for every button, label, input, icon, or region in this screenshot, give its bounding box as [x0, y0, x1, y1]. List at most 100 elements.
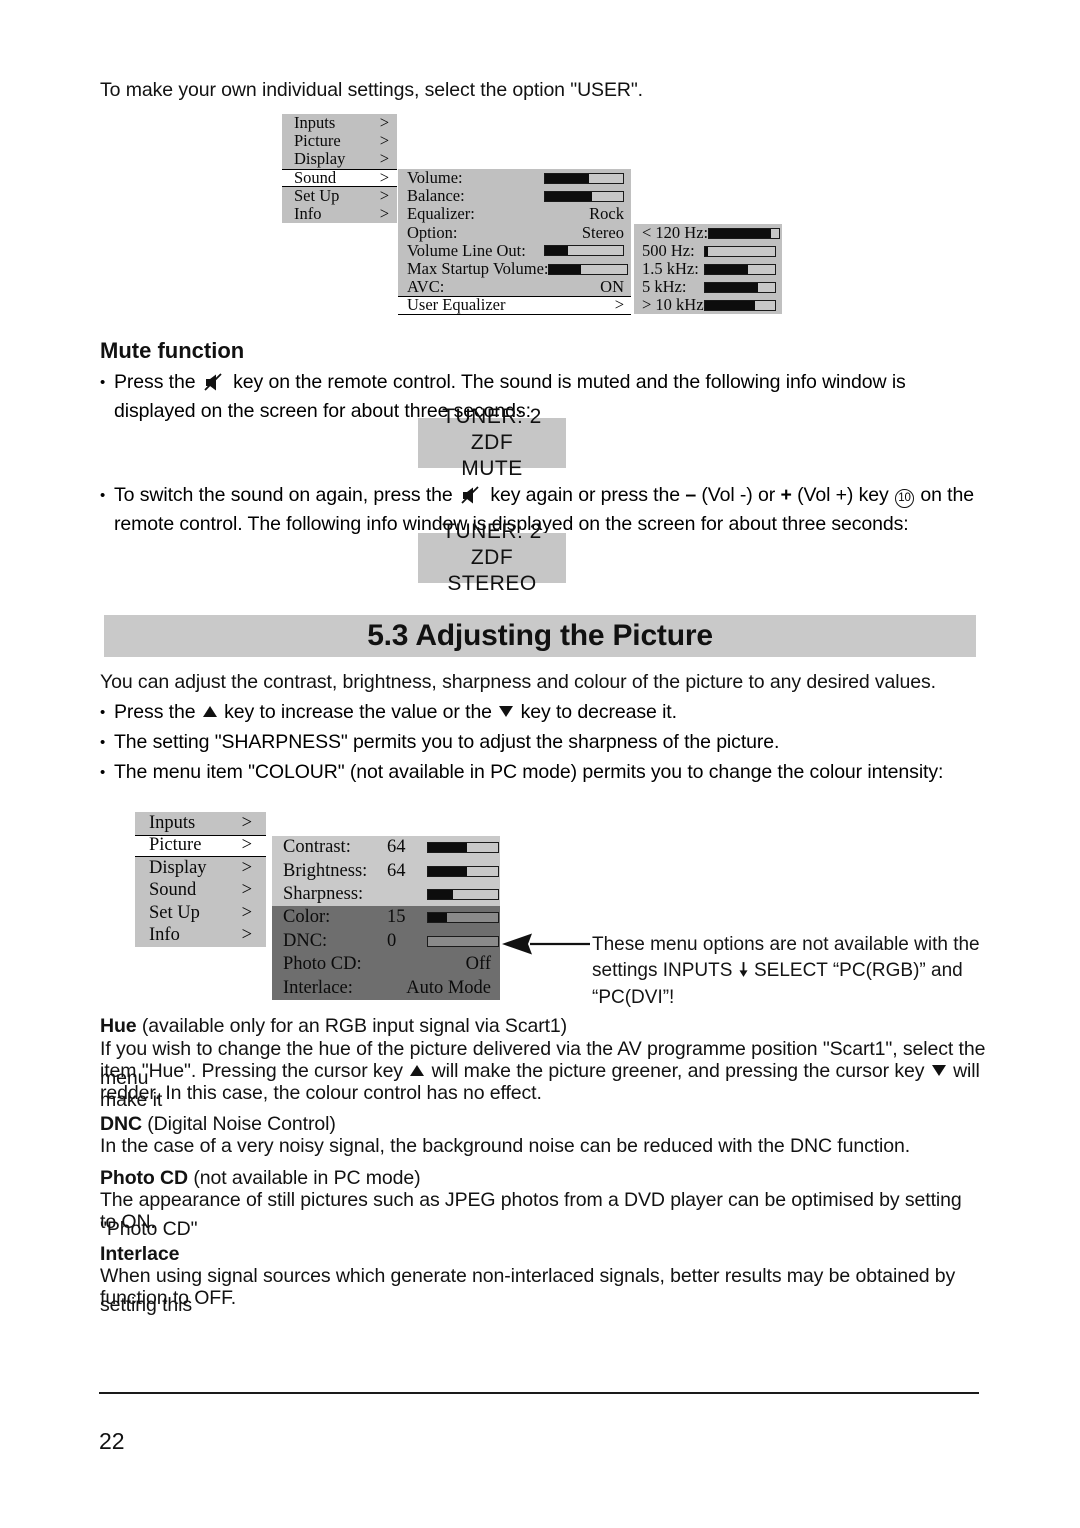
- slider-fill: [705, 282, 758, 292]
- picture-menu-item-picture[interactable]: Picture >: [135, 834, 266, 857]
- setting-value: 64: [387, 837, 406, 858]
- picture-osd-main-menu[interactable]: Inputs > Picture > Display > Sound > Set Up > Info…: [135, 812, 266, 947]
- slider-track[interactable]: [704, 263, 776, 275]
- slider-fill: [428, 890, 453, 900]
- sound-setting-volume[interactable]: Volume:: [398, 168, 631, 187]
- sound-osd-settings-panel[interactable]: Volume: Balance: Equalizer: Rock Option: Ster…: [398, 168, 631, 315]
- slider-track[interactable]: [544, 245, 624, 257]
- callout-line-1: These menu options are not available wit…: [592, 934, 980, 955]
- bullet-dot: •: [100, 374, 106, 391]
- section-bullet-3: • The menu item "COLOUR" (not available …: [100, 758, 1000, 787]
- sound-osd-main-menu[interactable]: Inputs > Picture > Display > Sound > Set Up > Info…: [282, 113, 397, 224]
- picture-setting-interlace[interactable]: Interlace: Auto Mode: [272, 977, 500, 1001]
- picture-osd-panel-top[interactable]: Contrast: 64 Brightness: 64 Sharpness:: [272, 836, 500, 907]
- bullet-dot: •: [100, 734, 106, 751]
- sound-setting-volume-line-out[interactable]: Volume Line Out:: [398, 241, 631, 260]
- picture-menu-item-info[interactable]: Info >: [135, 925, 266, 948]
- slider-track[interactable]: [704, 281, 776, 293]
- footer-divider: [99, 1392, 979, 1395]
- setting-label: Interlace:: [283, 977, 353, 998]
- picture-setting-color[interactable]: Color: 15: [272, 906, 500, 930]
- chevron-right-icon: >: [241, 835, 252, 856]
- sound-setting-max-startup-volume[interactable]: Max Startup Volume:: [398, 259, 631, 279]
- picture-setting-dnc[interactable]: DNC: 0: [272, 930, 500, 954]
- equalizer-band-5-khz[interactable]: 5 kHz:: [634, 277, 782, 296]
- chevron-right-icon: >: [241, 925, 252, 946]
- sound-menu-item-display[interactable]: Display >: [282, 149, 397, 169]
- sound-setting-option[interactable]: Option: Stereo: [398, 223, 631, 242]
- slider-track[interactable]: [548, 263, 629, 275]
- setting-value: Off: [465, 954, 491, 975]
- bullet-dot: •: [100, 487, 106, 504]
- equalizer-band-500-hz[interactable]: 500 Hz:: [634, 241, 782, 260]
- sound-setting-equalizer[interactable]: Equalizer: Rock: [398, 204, 631, 224]
- sound-setting-user-equalizer[interactable]: User Equalizer >: [398, 295, 631, 315]
- menu-item-label: Set Up: [294, 185, 340, 205]
- sound-menu-item-set-up[interactable]: Set Up >: [282, 185, 397, 205]
- slider-track[interactable]: [704, 245, 776, 257]
- mute-bullet-1-text-a: Press the: [114, 371, 196, 393]
- band-label: 1.5 kHz:: [642, 259, 699, 278]
- menu-item-label: Sound: [294, 167, 337, 187]
- slider-track[interactable]: [427, 865, 499, 877]
- picture-menu-item-sound[interactable]: Sound >: [135, 880, 266, 903]
- slider-track[interactable]: [427, 912, 499, 924]
- band-label: < 120 Hz:: [642, 223, 709, 242]
- picture-setting-photo-cd[interactable]: Photo CD: Off: [272, 953, 500, 977]
- section-title: 5.3 Adjusting the Picture: [367, 619, 713, 652]
- chevron-right-icon: >: [379, 131, 389, 151]
- chevron-right-icon: >: [379, 149, 389, 169]
- slider-fill: [428, 866, 467, 876]
- slider-track[interactable]: [544, 190, 624, 202]
- setting-label: Sharpness:: [283, 884, 364, 905]
- setting-value: 64: [387, 860, 406, 881]
- setting-label: Balance:: [407, 186, 465, 206]
- sound-menu-item-inputs[interactable]: Inputs >: [282, 113, 397, 133]
- sound-setting-avc[interactable]: AVC: ON: [398, 277, 631, 297]
- section-banner: 5.3 Adjusting the Picture: [104, 615, 976, 657]
- slider-track[interactable]: [427, 935, 499, 947]
- slider-fill: [545, 191, 592, 201]
- setting-label: Max Startup Volume:: [407, 259, 549, 279]
- setting-value: ON: [600, 277, 624, 297]
- menu-item-label: Picture: [149, 835, 202, 856]
- setting-value: Rock: [589, 204, 624, 224]
- callout-line-2-a: settings INPUTS: [592, 960, 733, 981]
- equalizer-band-1-5-khz[interactable]: 1.5 kHz:: [634, 259, 782, 278]
- select-arrow-icon: [738, 959, 749, 985]
- equalizer-band-120-hz[interactable]: < 120 Hz:: [634, 223, 782, 242]
- arrow-up-icon: [202, 706, 217, 717]
- chevron-right-icon: >: [379, 185, 389, 205]
- chevron-right-icon: >: [241, 902, 252, 923]
- callout-arrow-icon: [502, 933, 590, 955]
- picture-setting-contrast[interactable]: Contrast: 64: [272, 836, 500, 860]
- sound-menu-item-sound[interactable]: Sound >: [282, 167, 397, 187]
- sound-osd-equalizer-panel[interactable]: < 120 Hz: 500 Hz: 1.5 kHz: 5 kHz: > 10 kHz: [634, 223, 782, 314]
- mute-info-line-2: MUTE: [461, 457, 523, 480]
- picture-setting-sharpness[interactable]: Sharpness:: [272, 883, 500, 907]
- picture-osd-panel-bottom[interactable]: Color: 15 DNC: 0 Photo CD: Off Interlace: Auto …: [272, 906, 500, 1000]
- mute-function-heading: Mute function: [100, 338, 245, 363]
- sound-setting-balance[interactable]: Balance:: [398, 186, 631, 206]
- arrow-up-icon: [410, 1065, 425, 1076]
- slider-track[interactable]: [427, 889, 499, 901]
- mute-bullet-2-text-b: key again or press the: [490, 484, 680, 506]
- slider-track[interactable]: [427, 842, 499, 854]
- picture-menu-item-display[interactable]: Display >: [135, 857, 266, 880]
- band-label: > 10 kHz: [642, 295, 704, 314]
- section-intro-paragraph: You can adjust the contrast, brightness,…: [100, 671, 936, 693]
- slider-track[interactable]: [544, 172, 624, 184]
- slider-track[interactable]: [704, 299, 776, 311]
- picture-menu-item-inputs[interactable]: Inputs >: [135, 812, 266, 835]
- slider-fill: [549, 264, 581, 274]
- mute-info-line-1: TUNER: 2 ZDF: [442, 405, 542, 454]
- equalizer-band-10-khz[interactable]: > 10 kHz: [634, 295, 782, 314]
- sound-menu-item-picture[interactable]: Picture >: [282, 131, 397, 151]
- mute-bullet-2-text-c: (Vol -) or: [701, 484, 776, 506]
- sound-menu-item-info[interactable]: Info >: [282, 204, 397, 223]
- slider-track[interactable]: [708, 227, 781, 239]
- picture-menu-item-set-up[interactable]: Set Up >: [135, 902, 266, 925]
- picture-setting-brightness[interactable]: Brightness: 64: [272, 860, 500, 884]
- slider-fill: [545, 173, 589, 183]
- chevron-right-icon: >: [379, 113, 389, 133]
